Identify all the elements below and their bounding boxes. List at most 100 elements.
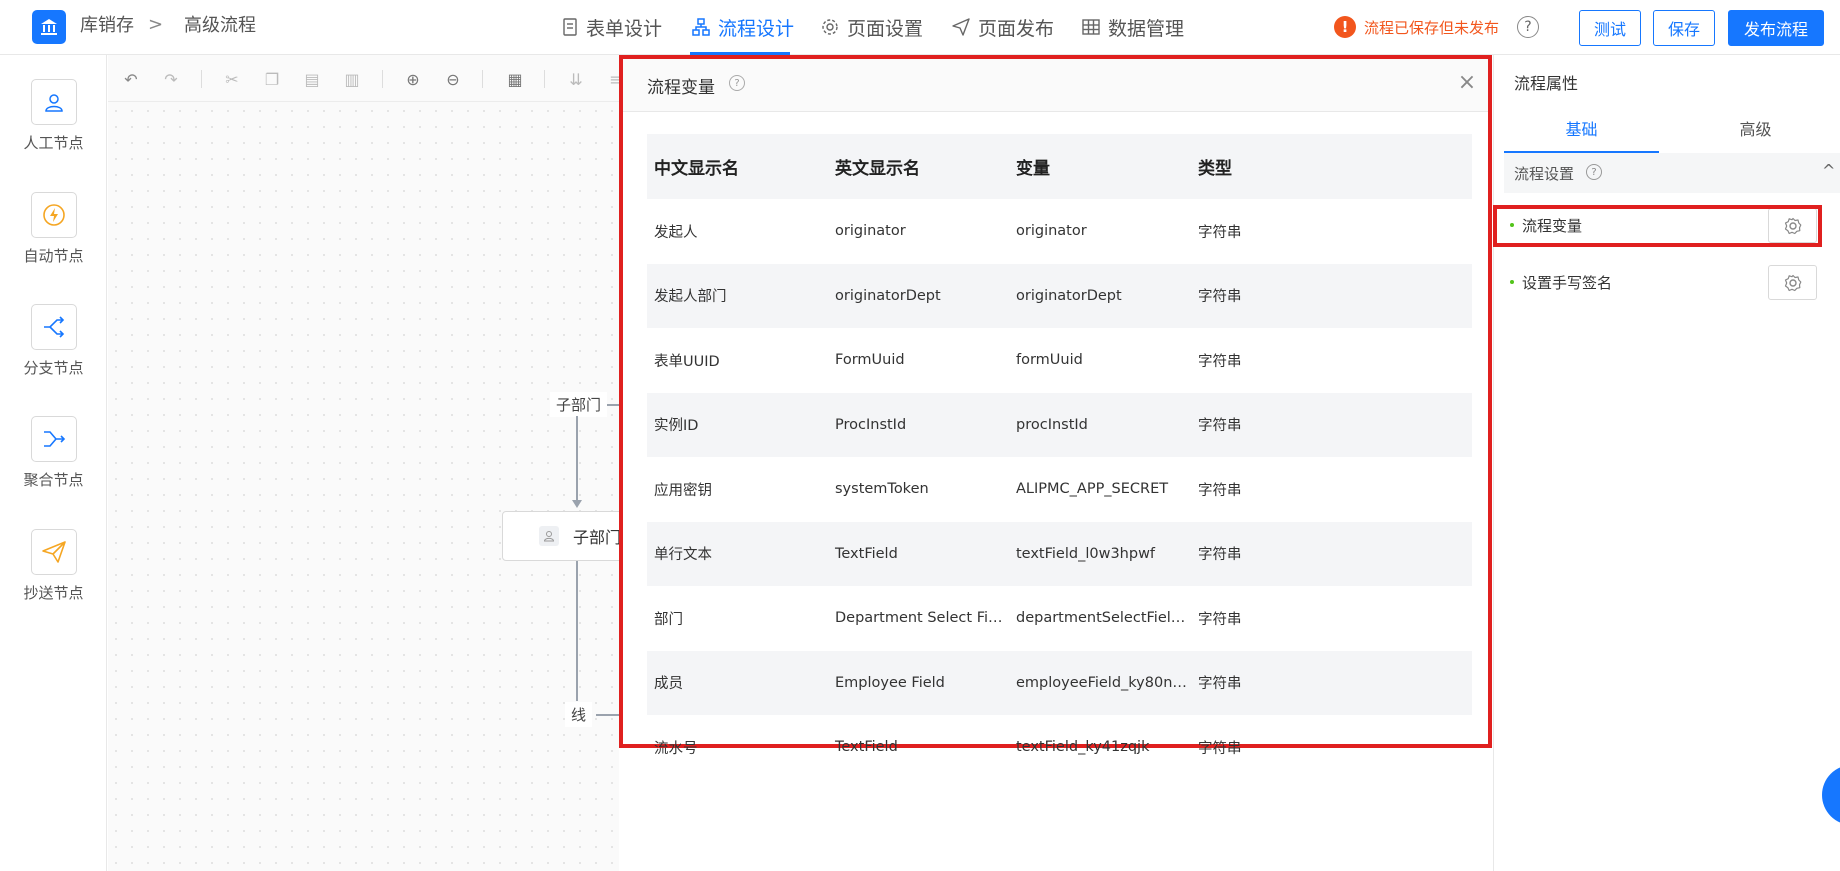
- table-cell: formUuid: [1016, 352, 1083, 369]
- flow-node-sub-department[interactable]: 子部门: [502, 511, 632, 561]
- gear-icon: [822, 19, 838, 35]
- tab-basic[interactable]: 基础: [1504, 109, 1659, 154]
- save-button[interactable]: 保存: [1653, 10, 1715, 46]
- column-header: 英文显示名: [828, 134, 1009, 199]
- flow-icon: [692, 18, 710, 36]
- node-palette-label: 聚合节点: [23, 471, 84, 489]
- line-label[interactable]: 线: [565, 702, 593, 727]
- delete-icon[interactable]: ▥: [341, 68, 363, 90]
- chevron-up-icon[interactable]: ^: [1822, 161, 1835, 180]
- flow-canvas[interactable]: [108, 55, 620, 871]
- table-cell: 字符串: [1198, 353, 1242, 370]
- table-row: 流水号 TextField textField_ky41zqjk 字符串: [647, 715, 1472, 780]
- tab-form-design[interactable]: 表单设计: [562, 12, 662, 42]
- user-icon: [539, 526, 559, 546]
- tab-flow-design[interactable]: 流程设计: [692, 12, 794, 42]
- connector-line: [576, 416, 578, 504]
- zoom-in-icon[interactable]: ⊕: [402, 68, 424, 90]
- table-cell: 字符串: [1198, 482, 1242, 499]
- help-icon[interactable]: ?: [1586, 164, 1602, 180]
- table-cell: 部门: [654, 611, 683, 628]
- help-icon[interactable]: ?: [1517, 16, 1539, 38]
- tab-flow-design-label: 流程设计: [718, 17, 795, 40]
- paste-icon[interactable]: ▤: [301, 68, 323, 90]
- node-palette-item-auto[interactable]: 自动节点: [0, 192, 107, 266]
- table-cell: originator: [1016, 223, 1087, 240]
- publish-flow-button[interactable]: 发布流程: [1728, 10, 1824, 46]
- tab-advanced[interactable]: 高级: [1678, 109, 1833, 151]
- table-row: 实例ID ProcInstId procInstId 字符串: [647, 392, 1472, 457]
- table-cell: 表单UUID: [654, 353, 720, 370]
- tab-page-settings[interactable]: 页面设置: [821, 12, 923, 42]
- branch-connector: [605, 404, 620, 406]
- signature-settings-button[interactable]: [1768, 265, 1817, 300]
- table-cell: textField_ky41zqjk: [1016, 739, 1150, 756]
- table-cell: FormUuid: [835, 352, 905, 369]
- properties-tabs: 基础 高级: [1504, 109, 1840, 154]
- table-cell: TextField: [835, 739, 898, 756]
- table-cell: textField_l0w3hpwf: [1009, 521, 1191, 586]
- table-cell: departmentSelectField...: [1016, 610, 1191, 627]
- table-cell: 发起人: [654, 224, 698, 241]
- tab-page-settings-label: 页面设置: [847, 17, 924, 40]
- column-header: 类型: [1191, 134, 1472, 199]
- column-header: 中文显示名: [647, 134, 828, 199]
- table-row: 表单UUID FormUuid formUuid 字符串: [647, 328, 1472, 393]
- send-icon: [952, 18, 970, 36]
- table-cell: 字符串: [1198, 224, 1242, 241]
- undo-icon[interactable]: ↶: [120, 68, 142, 90]
- grid-icon[interactable]: ▦: [504, 68, 526, 90]
- zoom-out-icon[interactable]: ⊖: [442, 68, 464, 90]
- chevron-right-icon: >: [148, 14, 164, 35]
- table-icon: [1082, 19, 1100, 35]
- node-palette-label: 分支节点: [23, 359, 84, 377]
- table-row: 发起人 originator originator 字符串: [647, 199, 1472, 264]
- branch-label[interactable]: 子部门: [550, 392, 608, 417]
- help-icon[interactable]: ?: [729, 75, 745, 91]
- table-cell: Employee Field: [828, 650, 1009, 715]
- cut-icon[interactable]: ✂: [221, 68, 243, 90]
- node-palette-item-branch[interactable]: 分支节点: [0, 304, 107, 378]
- modal-header: 流程变量 ? ×: [623, 59, 1488, 112]
- node-palette-item-manual[interactable]: 人工节点: [0, 79, 107, 153]
- table-row: 部门 Department Select Field departmentSel…: [647, 586, 1472, 651]
- variables-table: 中文显示名 英文显示名 变量 类型 发起人 originator origina…: [647, 134, 1472, 780]
- table-cell: employeeField_ky80nztc: [1009, 650, 1191, 715]
- highlight-box: [1493, 205, 1822, 247]
- sort-icon[interactable]: ⇊: [565, 68, 587, 90]
- row-label: 设置手写签名: [1522, 274, 1613, 292]
- close-icon[interactable]: ×: [1457, 72, 1477, 94]
- redo-icon[interactable]: ↷: [160, 68, 182, 90]
- publish-status: ! 流程已保存但未发布: [1334, 16, 1499, 38]
- gear-icon: [1784, 274, 1801, 291]
- bank-icon[interactable]: [32, 10, 66, 44]
- toolbar-divider: [482, 70, 483, 88]
- table-cell: 字符串: [1191, 263, 1472, 328]
- section-label: 流程设置: [1514, 165, 1575, 183]
- tab-page-publish[interactable]: 页面发布: [952, 12, 1054, 42]
- canvas-toolbar: ↶ ↷ ✂ ❐ ▤ ▥ ⊕ ⊖ ▦ ⇊ ≡: [108, 55, 623, 102]
- status-dot: [1510, 280, 1514, 284]
- test-button[interactable]: 测试: [1579, 10, 1641, 46]
- table-cell: originator: [835, 223, 906, 240]
- paper-plane-icon: [30, 529, 77, 575]
- table-cell: 字符串: [1191, 650, 1472, 715]
- connector-line: [576, 561, 578, 701]
- copy-icon[interactable]: ❐: [261, 68, 283, 90]
- node-palette-item-merge[interactable]: 聚合节点: [0, 416, 107, 490]
- table-cell: Department Select Field: [835, 610, 1009, 627]
- toolbar-divider: [382, 70, 383, 88]
- toolbar-divider: [544, 70, 545, 88]
- handwritten-signature-row: 设置手写签名: [1504, 262, 1840, 302]
- document-icon: [563, 18, 577, 36]
- table-cell: 字符串: [1198, 611, 1242, 628]
- tab-data-management[interactable]: 数据管理: [1082, 12, 1184, 42]
- table-cell: systemToken: [835, 481, 929, 498]
- toolbar-divider: [201, 70, 202, 88]
- tab-form-design-label: 表单设计: [586, 17, 663, 40]
- process-settings-section[interactable]: 流程设置 ? ^: [1504, 153, 1840, 193]
- breadcrumb-app[interactable]: 库销存: [80, 14, 134, 38]
- top-bar: 库销存 > 高级流程 表单设计 流程设计 页面设置 页面发布 数据管理 ! 流程…: [0, 0, 1840, 55]
- node-palette-item-cc[interactable]: 抄送节点: [0, 529, 107, 603]
- panel-title: 流程属性: [1514, 74, 1579, 93]
